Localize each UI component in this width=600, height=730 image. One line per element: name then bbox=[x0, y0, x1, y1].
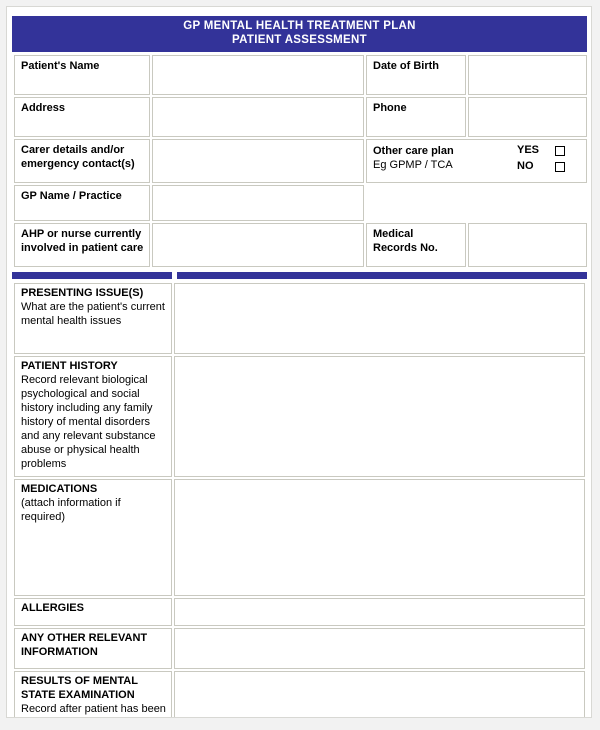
field-date-of-birth[interactable] bbox=[468, 55, 587, 96]
table-row: RESULTS OF MENTAL STATE EXAMINATION Reco… bbox=[14, 670, 585, 717]
table-row: PATIENT HISTORY Record relevant biologic… bbox=[14, 356, 585, 477]
section-title: MEDICATIONS bbox=[21, 482, 98, 495]
table-row: Address Phone bbox=[14, 97, 587, 138]
label-other-care-plan-example: Eg GPMP / TCA bbox=[373, 159, 453, 172]
section-label-results-of-mental-state-examination: RESULTS OF MENTAL STATE EXAMINATION Reco… bbox=[14, 670, 172, 717]
section-description: What are the patient's current mental he… bbox=[21, 301, 165, 328]
section-label-presenting-issues: PRESENTING ISSUE(S) What are the patient… bbox=[14, 283, 172, 355]
care-plan-no-label: NO bbox=[517, 159, 534, 172]
other-care-plan-cell: Other care plan Eg GPMP / TCA YES NO bbox=[366, 139, 587, 184]
care-plan-option-yes[interactable]: YES bbox=[517, 144, 565, 158]
field-address[interactable] bbox=[152, 97, 364, 138]
field-results-of-mental-state-examination[interactable] bbox=[174, 670, 585, 717]
field-presenting-issues[interactable] bbox=[174, 283, 585, 355]
section-description: Record relevant biological psychological… bbox=[21, 374, 156, 470]
section-title: ANY OTHER RELEVANT INFORMATION bbox=[21, 631, 148, 658]
checkbox-icon-no[interactable] bbox=[555, 161, 565, 172]
table-row: AHP or nurse currently involved in patie… bbox=[14, 223, 587, 268]
section-title: PRESENTING ISSUE(S) bbox=[21, 287, 144, 300]
field-gp-name-practice[interactable] bbox=[152, 185, 364, 222]
section-title: ALLERGIES bbox=[21, 601, 84, 614]
section-divider bbox=[12, 272, 587, 280]
table-row: Patient's Name Date of Birth bbox=[14, 55, 587, 96]
section-label-any-other-relevant-information: ANY OTHER RELEVANT INFORMATION bbox=[14, 627, 172, 669]
section-label-medications: MEDICATIONS (attach information if requi… bbox=[14, 478, 172, 596]
field-carer-details[interactable] bbox=[152, 139, 364, 184]
section-description: Record after patient has been examined bbox=[21, 702, 166, 717]
table-row: ALLERGIES bbox=[14, 597, 585, 626]
section-title: RESULTS OF MENTAL STATE EXAMINATION bbox=[21, 674, 138, 701]
table-row: GP Name / Practice bbox=[14, 185, 587, 222]
checkbox-icon-yes[interactable] bbox=[555, 146, 565, 156]
table-row: ANY OTHER RELEVANT INFORMATION bbox=[14, 627, 585, 669]
field-patient-history[interactable] bbox=[174, 356, 585, 477]
assessment-sections-table: PRESENTING ISSUE(S) What are the patient… bbox=[12, 281, 587, 717]
table-row: PRESENTING ISSUE(S) What are the patient… bbox=[14, 283, 585, 355]
care-plan-option-no[interactable]: NO bbox=[517, 160, 565, 174]
section-label-patient-history: PATIENT HISTORY Record relevant biologic… bbox=[14, 356, 172, 477]
form-title-primary: GP MENTAL HEALTH TREATMENT PLAN bbox=[183, 20, 416, 32]
section-label-allergies: ALLERGIES bbox=[14, 597, 172, 626]
label-medical-records-no: Medical Records No. bbox=[366, 223, 466, 268]
label-date-of-birth: Date of Birth bbox=[366, 55, 466, 96]
spacer-cell bbox=[468, 185, 587, 221]
field-allergies[interactable] bbox=[174, 597, 585, 626]
table-row: Carer details and/or emergency contact(s… bbox=[14, 139, 587, 184]
patient-identity-table: Patient's Name Date of Birth Address Pho… bbox=[12, 53, 589, 269]
field-patients-name[interactable] bbox=[152, 55, 364, 96]
field-medications[interactable] bbox=[174, 478, 585, 596]
label-phone: Phone bbox=[366, 97, 466, 138]
field-ahp-or-nurse[interactable] bbox=[152, 223, 364, 268]
field-phone[interactable] bbox=[468, 97, 587, 138]
spacer-cell bbox=[366, 185, 466, 221]
divider-segment-left bbox=[12, 272, 172, 280]
label-carer-details: Carer details and/or emergency contact(s… bbox=[14, 139, 150, 184]
form-title-secondary: PATIENT ASSESSMENT bbox=[232, 33, 367, 46]
label-address: Address bbox=[14, 97, 150, 138]
section-description: (attach information if required) bbox=[21, 496, 121, 523]
table-row: MEDICATIONS (attach information if requi… bbox=[14, 478, 585, 596]
field-any-other-relevant-information[interactable] bbox=[174, 627, 585, 669]
document-page: GP MENTAL HEALTH TREATMENT PLAN PATIENT … bbox=[6, 6, 592, 718]
label-ahp-or-nurse: AHP or nurse currently involved in patie… bbox=[14, 223, 150, 268]
form-body: GP MENTAL HEALTH TREATMENT PLAN PATIENT … bbox=[12, 16, 589, 717]
divider-segment-right bbox=[177, 272, 587, 280]
field-medical-records-no[interactable] bbox=[468, 223, 587, 268]
section-title: PATIENT HISTORY bbox=[21, 360, 118, 373]
form-title-banner: GP MENTAL HEALTH TREATMENT PLAN PATIENT … bbox=[12, 16, 587, 53]
label-patients-name: Patient's Name bbox=[14, 55, 150, 96]
label-other-care-plan: Other care plan bbox=[373, 145, 454, 158]
label-gp-name-practice: GP Name / Practice bbox=[14, 185, 150, 222]
care-plan-yes-label: YES bbox=[517, 144, 540, 157]
